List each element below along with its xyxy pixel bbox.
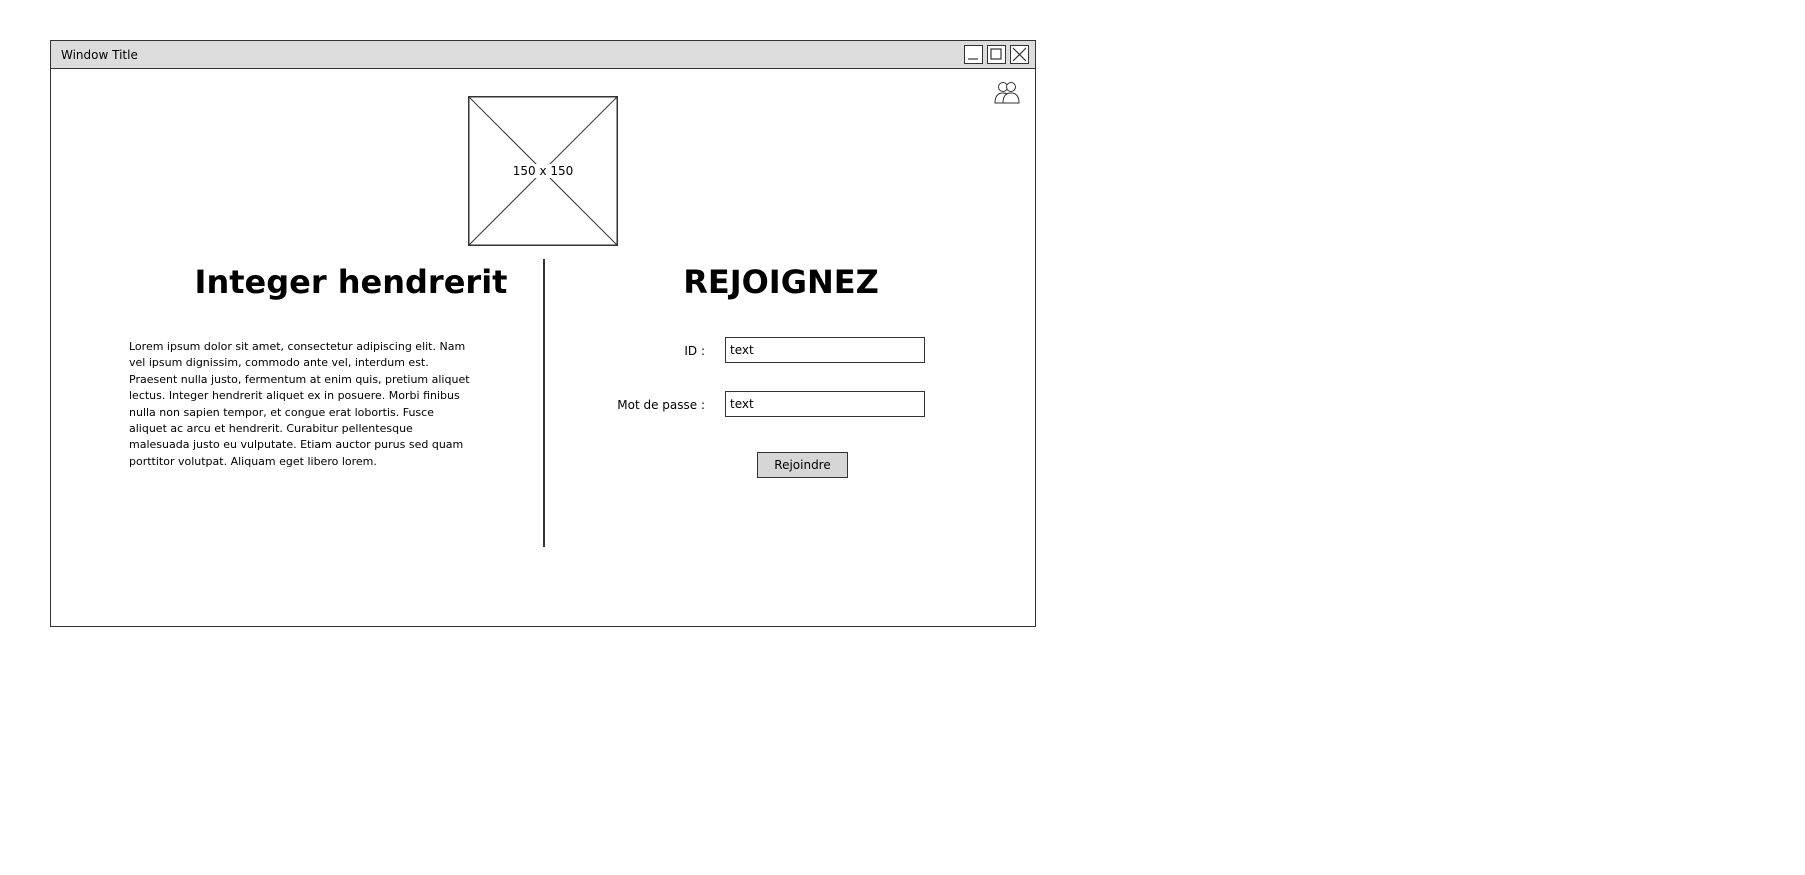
users-icon[interactable] xyxy=(993,79,1021,107)
vertical-divider xyxy=(543,259,545,547)
password-label: Mot de passe : xyxy=(617,398,705,412)
close-button[interactable] xyxy=(1010,45,1029,64)
close-icon xyxy=(1012,47,1027,62)
id-label: ID : xyxy=(684,344,705,358)
maximize-icon xyxy=(990,48,1002,60)
maximize-button[interactable] xyxy=(987,45,1006,64)
minimize-icon xyxy=(968,58,978,60)
title-bar[interactable]: Window Title xyxy=(51,41,1035,69)
left-heading: Integer hendrerit xyxy=(194,263,508,301)
window-title: Window Title xyxy=(61,48,138,62)
canvas: Window Title 150 x 150 Integer hendrerit… xyxy=(0,0,1805,875)
body-text: Lorem ipsum dolor sit amet, consectetur … xyxy=(129,340,470,468)
join-button[interactable]: Rejoindre xyxy=(757,452,848,478)
id-input[interactable] xyxy=(725,337,925,363)
image-placeholder: 150 x 150 xyxy=(468,96,618,246)
image-placeholder-caption: 150 x 150 xyxy=(510,164,576,178)
form-heading: REJOIGNEZ xyxy=(683,263,879,301)
minimize-button[interactable] xyxy=(964,45,983,64)
app-window: Window Title 150 x 150 Integer hendrerit… xyxy=(50,40,1036,627)
password-input[interactable] xyxy=(725,391,925,417)
